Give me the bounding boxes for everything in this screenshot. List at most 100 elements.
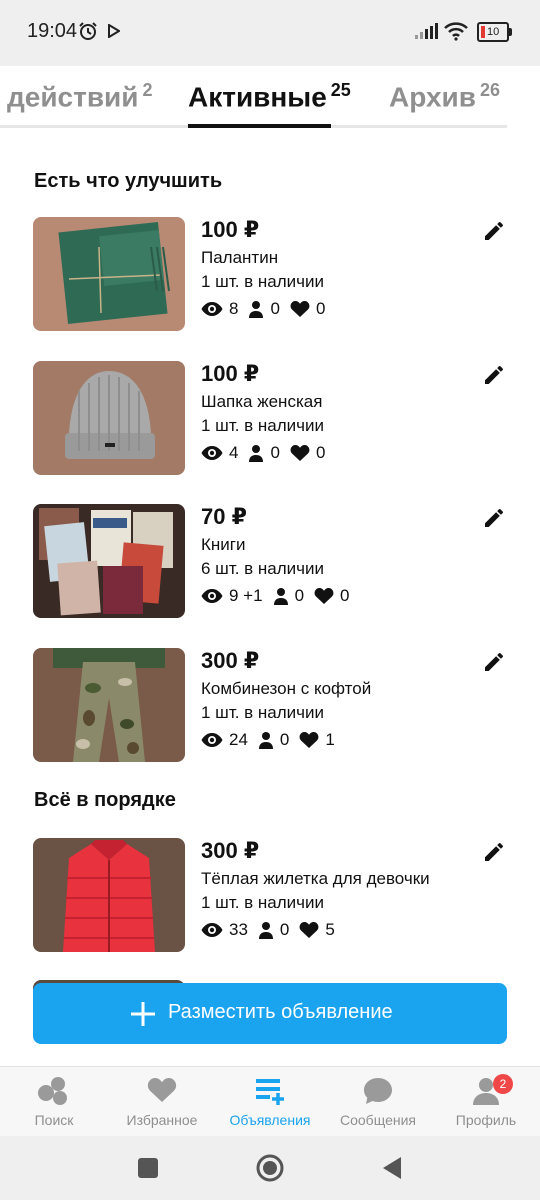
listing-item[interactable]: 70 ₽ Книги 6 шт. в наличии 9 +1 0 0 — [0, 504, 540, 620]
section-title-improve: Есть что улучшить — [34, 170, 223, 192]
person-icon — [258, 732, 273, 749]
listing-title[interactable]: Комбинезон с кофтой — [201, 679, 371, 699]
contacts-count: 0 — [270, 299, 280, 318]
nav-item-messages[interactable]: Сообщения — [324, 1067, 432, 1137]
listing-stock: 1 шт. в наличии — [201, 272, 325, 291]
nav-item-search[interactable]: Поиск — [0, 1067, 108, 1137]
heart-icon — [314, 588, 334, 604]
listing-stats: 33 0 5 — [201, 918, 335, 942]
eye-icon — [201, 733, 223, 747]
listing-stock: 1 шт. в наличии — [201, 416, 325, 435]
listing-stats: 4 0 0 — [201, 441, 325, 465]
views-count: 8 — [229, 299, 239, 318]
post-ad-label: Разместить объявление — [168, 1001, 393, 1023]
battery-level-text: 10 — [487, 26, 500, 38]
listing-stock: 1 шт. в наличии — [201, 893, 325, 912]
post-ad-button[interactable]: Разместить объявление — [33, 983, 507, 1044]
listing-item[interactable]: 100 ₽ Палантин 1 шт. в наличии 8 0 0 — [0, 217, 540, 333]
tab-archive[interactable]: Архив 26 — [389, 80, 500, 113]
nav-label-favorites: Избранное — [126, 1112, 198, 1128]
listing-tabs: действий 2 Активные 25 Архив 26 — [0, 66, 540, 128]
favorites-count: 0 — [315, 299, 326, 318]
system-navigation-bar — [0, 1136, 540, 1200]
listing-photo-scarf[interactable] — [33, 217, 185, 331]
eye-icon — [201, 589, 223, 603]
eye-icon — [201, 446, 223, 460]
nav-label-listings: Объявления — [229, 1112, 311, 1128]
wifi-icon — [444, 22, 468, 41]
back-triangle-icon[interactable] — [382, 1156, 402, 1180]
edit-pencil-icon[interactable] — [482, 219, 506, 243]
chat-icon — [364, 1078, 392, 1104]
contacts-count: 0 — [294, 586, 305, 605]
person-icon — [258, 922, 273, 939]
listing-stats: 8 0 0 — [201, 297, 325, 321]
listings-icon — [256, 1079, 284, 1105]
contacts-count: 0 — [270, 443, 280, 462]
views-count: 33 — [229, 920, 248, 939]
heart-icon — [290, 445, 310, 461]
signal-icon — [415, 23, 438, 39]
listing-price: 300 ₽ — [201, 648, 260, 673]
tab-actions-count: 2 — [142, 80, 153, 100]
person-icon — [249, 445, 264, 462]
listing-stats: 24 0 1 — [201, 728, 335, 752]
listing-item[interactable]: 300 ₽ Тёплая жилетка для девочки 1 шт. в… — [0, 838, 540, 954]
tab-active[interactable]: Активные 25 — [188, 80, 351, 113]
person-icon — [249, 301, 264, 318]
plus-icon — [131, 1002, 155, 1026]
nav-label-profile: Профиль — [455, 1112, 517, 1128]
alarm-icon — [79, 22, 97, 40]
tab-archive-count: 26 — [479, 80, 500, 100]
battery-icon: 10 — [477, 22, 512, 42]
listing-price: 100 ₽ — [201, 361, 260, 386]
nav-item-favorites[interactable]: Избранное — [108, 1067, 216, 1137]
tab-active-label: Активные — [188, 81, 327, 113]
heart-icon — [147, 1078, 177, 1102]
listing-stock: 1 шт. в наличии — [201, 703, 325, 722]
listing-title[interactable]: Тёплая жилетка для девочки — [201, 869, 430, 889]
favorites-count: 5 — [325, 920, 335, 939]
status-time: 19:04 — [27, 20, 78, 42]
heart-icon — [299, 732, 319, 748]
tab-archive-label: Архив — [389, 81, 476, 113]
status-bar: 19:04 10 — [0, 0, 540, 66]
tab-actions-label: действий — [7, 81, 139, 113]
views-count: 24 — [229, 730, 248, 749]
person-icon — [273, 588, 288, 605]
home-circle-icon[interactable] — [255, 1153, 285, 1183]
contacts-count: 0 — [279, 920, 290, 939]
listing-photo-books[interactable] — [33, 504, 185, 618]
listing-title[interactable]: Палантин — [201, 248, 278, 268]
tab-actions[interactable]: действий 2 — [7, 80, 153, 113]
listing-stats: 9 +1 0 0 — [201, 584, 350, 608]
listing-title[interactable]: Книги — [201, 535, 245, 555]
section-title-ok: Всё в порядке — [34, 789, 176, 811]
favorites-count: 0 — [340, 586, 350, 605]
nav-label-search: Поиск — [34, 1112, 74, 1128]
listing-photo-hat[interactable] — [33, 361, 185, 475]
active-tab-indicator — [188, 124, 331, 128]
listing-price: 300 ₽ — [201, 838, 260, 863]
listing-price: 70 ₽ — [201, 504, 247, 529]
edit-pencil-icon[interactable] — [482, 506, 506, 530]
listing-photo-jumpsuit[interactable] — [33, 648, 185, 762]
views-count: 4 — [229, 443, 239, 462]
nav-item-profile[interactable]: 2 Профиль — [432, 1067, 540, 1137]
listing-stock: 6 шт. в наличии — [201, 559, 325, 578]
search-bubbles-icon — [38, 1077, 67, 1105]
eye-icon — [201, 302, 223, 316]
tab-active-count: 25 — [330, 80, 351, 100]
listing-photo-vest[interactable] — [33, 838, 185, 952]
listing-item[interactable]: 300 ₽ Комбинезон с кофтой 1 шт. в наличи… — [0, 648, 540, 764]
edit-pencil-icon[interactable] — [482, 840, 506, 864]
listing-item[interactable]: 100 ₽ Шапка женская 1 шт. в наличии 4 0 … — [0, 361, 540, 477]
edit-pencil-icon[interactable] — [482, 650, 506, 674]
favorites-count: 0 — [315, 443, 326, 462]
nav-item-listings[interactable]: Объявления — [216, 1067, 324, 1137]
listing-title[interactable]: Шапка женская — [201, 392, 322, 412]
listing-price: 100 ₽ — [201, 217, 260, 242]
recents-square-icon[interactable] — [137, 1157, 159, 1179]
edit-pencil-icon[interactable] — [482, 363, 506, 387]
views-count: 9 +1 — [229, 586, 263, 605]
